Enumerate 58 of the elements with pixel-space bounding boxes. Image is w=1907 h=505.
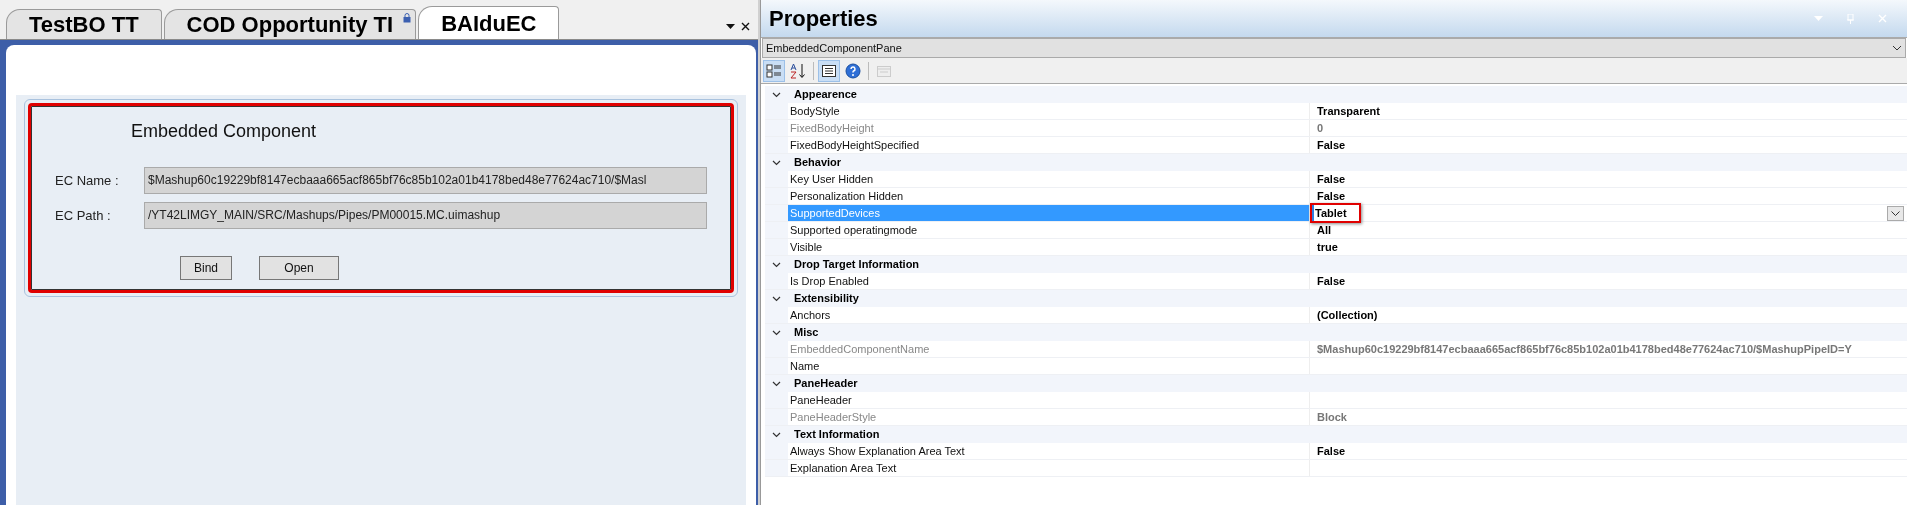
categorized-icon [766, 62, 782, 79]
property-value[interactable]: False [1314, 272, 1346, 290]
dropdown-icon[interactable] [726, 23, 735, 30]
dialog-button[interactable]: Bind [180, 256, 232, 280]
sort-az-icon [790, 62, 806, 79]
property-name[interactable]: Personalization Hidden [788, 188, 1310, 204]
property-name[interactable]: PaneHeader [788, 392, 1310, 408]
category-header: PaneHeader [794, 376, 858, 392]
panel-title: Properties [769, 5, 878, 33]
chevron-icon[interactable] [772, 329, 781, 336]
chevron-icon[interactable] [772, 261, 781, 268]
property-value[interactable]: Tablet [1310, 202, 1361, 224]
list-icon [821, 62, 837, 79]
property-name[interactable]: Always Show Explanation Area Text [788, 443, 1310, 459]
property-name[interactable]: BodyStyle [788, 103, 1310, 119]
chevron-icon[interactable] [772, 380, 781, 387]
close-icon[interactable] [741, 22, 750, 31]
toolbar-button[interactable] [818, 59, 840, 82]
text-field[interactable]: $Mashup60c19229bf8147ecbaaa665acf865bf76c85b102a01b4178bed48e77624ac710/$Masl [144, 167, 707, 194]
property-name[interactable]: Anchors [788, 307, 1310, 323]
component-title: Embedded Component [131, 120, 318, 143]
property-name[interactable]: Is Drop Enabled [788, 273, 1310, 289]
property-value[interactable]: False [1314, 170, 1346, 188]
category-header: Extensibility [794, 291, 859, 307]
property-value[interactable]: Transparent [1314, 102, 1380, 120]
field-label: EC Path : [55, 206, 112, 225]
help-icon [845, 62, 861, 79]
property-name[interactable]: Visible [788, 239, 1310, 255]
property-value[interactable]: False [1314, 136, 1346, 154]
category-header: Text Information [794, 427, 880, 443]
dialog-button[interactable]: Open [259, 256, 339, 280]
object-selector[interactable]: EmbeddedComponentPane [762, 38, 1906, 58]
chevron-icon[interactable] [772, 295, 781, 302]
document-tab[interactable]: COD Opportunity TI [163, 9, 417, 39]
text-field[interactable]: /YT42LIMGY_MAIN/SRC/Mashups/Pipes/PM00015.MC.uimashup [144, 202, 707, 229]
document-tab[interactable]: BAIduEC [418, 6, 560, 39]
field-label: EC Name : [55, 171, 120, 190]
chevron-icon[interactable] [772, 91, 781, 98]
property-name[interactable]: Key User Hidden [788, 171, 1310, 187]
chevron-down-icon [1891, 210, 1900, 216]
property-name[interactable]: Name [788, 358, 1310, 374]
category-header: Misc [794, 325, 819, 341]
property-value[interactable]: true [1314, 238, 1338, 256]
dropdown-button[interactable] [1887, 205, 1904, 221]
property-name[interactable]: FixedBodyHeightSpecified [788, 137, 1310, 153]
property-value[interactable]: All [1314, 221, 1332, 239]
property-name[interactable]: Supported operatingmode [788, 222, 1310, 238]
chevron-down-icon [1892, 45, 1902, 51]
property-value[interactable]: False [1314, 442, 1346, 460]
category-header: Drop Target Information [794, 257, 920, 273]
property-value[interactable]: False [1314, 187, 1346, 205]
property-name[interactable]: Explanation Area Text [788, 460, 1310, 476]
category-header: Behavior [794, 155, 842, 171]
category-header: Appearence [794, 87, 857, 103]
document-tab[interactable]: TestBO TT [6, 9, 162, 39]
chevron-icon[interactable] [772, 431, 781, 438]
chevron-icon[interactable] [772, 159, 781, 166]
property-value[interactable]: (Collection) [1314, 306, 1378, 324]
